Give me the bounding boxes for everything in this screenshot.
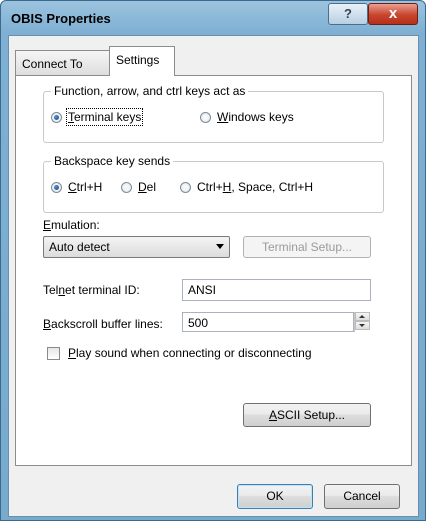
tab-settings[interactable]: Settings [109,46,175,76]
window-title: OBIS Properties [11,11,111,26]
ok-button[interactable]: OK [237,484,313,509]
backspace-group: Backspace key sends Ctrl+H Del Ctrl+H, S… [43,154,384,213]
play-sound-label[interactable]: Play sound when connecting or disconnect… [68,346,312,360]
label-text: lay sound when connecting or disconnecti… [76,346,312,360]
label-text: et terminal ID: [65,283,140,297]
tab-connect-to-label: Connect To [22,57,83,71]
label-text: Tel [43,283,59,297]
ctrl-h-radio[interactable]: Ctrl+H [51,180,102,194]
keys-group: Function, arrow, and ctrl keys act as Te… [43,84,384,143]
label-text: Ctrl+ [197,180,223,194]
label-text: trl+H [76,180,103,194]
terminal-setup-label: Terminal Setup... [261,240,353,254]
radio-selected-icon [51,111,62,123]
radio-unselected-icon [121,181,132,193]
keys-group-legend: Function, arrow, and ctrl keys act as [51,84,249,98]
radio-unselected-icon [200,111,211,123]
backscroll-input[interactable]: 500 [182,312,354,332]
ctrl-h-space-label: Ctrl+H, Space, Ctrl+H [197,180,313,194]
cancel-button[interactable]: Cancel [324,484,400,509]
emulation-select[interactable]: Auto detect [43,236,230,258]
terminal-keys-label: Terminal keys [65,108,144,126]
radio-unselected-icon [180,181,191,193]
spin-down-icon[interactable] [355,321,370,330]
mnemonic: B [43,317,52,331]
mnemonic: A [268,408,277,422]
emulation-select-value: Auto detect [49,240,110,254]
ok-label: OK [266,489,284,503]
tab-connect-to[interactable]: Connect To [15,50,110,75]
play-sound-checkbox[interactable] [47,347,60,360]
label-text: ackscroll buffer lines: [51,317,163,331]
mnemonic: C [68,180,77,194]
spin-up-icon[interactable] [355,312,370,321]
close-button[interactable]: x [368,3,418,25]
properties-dialog: OBIS Properties ? x Connect To Settings … [0,0,426,521]
windows-keys-radio[interactable]: Windows keys [200,110,294,124]
mnemonic: D [138,180,147,194]
ascii-setup-button[interactable]: ASCII Setup... [243,403,371,427]
label-text: indows keys [228,110,294,124]
settings-tab-page: Function, arrow, and ctrl keys act as Te… [15,75,412,466]
label-text: erminal keys [74,110,142,124]
mnemonic: E [43,218,52,232]
close-icon: x [388,5,398,22]
terminal-setup-button[interactable]: Terminal Setup... [243,236,371,258]
help-button[interactable]: ? [328,3,368,25]
backscroll-label: Backscroll buffer lines: [43,317,163,331]
mnemonic: P [68,346,77,360]
label-text: mulation: [51,218,100,232]
ascii-setup-label: SCII Setup... [276,408,346,422]
telnet-id-input[interactable]: ANSI [182,279,371,301]
dialog-client-area: Connect To Settings Function, arrow, and… [8,35,419,517]
del-radio[interactable]: Del [121,180,156,194]
telnet-id-value: ANSI [188,283,217,297]
mnemonic: W [217,110,229,124]
emulation-label: Emulation: [43,218,100,232]
dropdown-arrow-icon[interactable] [216,244,224,249]
ctrl-h-space-radio[interactable]: Ctrl+H, Space, Ctrl+H [180,180,313,194]
cancel-label: Cancel [343,489,381,503]
telnet-id-label: Telnet terminal ID: [43,283,140,297]
backscroll-spinner[interactable] [354,312,370,332]
backscroll-value: 500 [188,316,209,330]
terminal-keys-radio[interactable]: Terminal keys [51,108,144,126]
ctrl-h-label: Ctrl+H [68,180,102,194]
backspace-group-legend: Backspace key sends [51,154,174,168]
radio-selected-icon [51,181,62,193]
label-text: el [146,180,157,194]
question-mark-icon: ? [344,6,352,21]
label-text: , Space, Ctrl+H [231,180,314,194]
windows-keys-label: Windows keys [217,110,294,124]
del-label: Del [138,180,156,194]
title-bar[interactable]: OBIS Properties ? x [1,1,425,35]
tab-settings-label: Settings [116,53,160,67]
